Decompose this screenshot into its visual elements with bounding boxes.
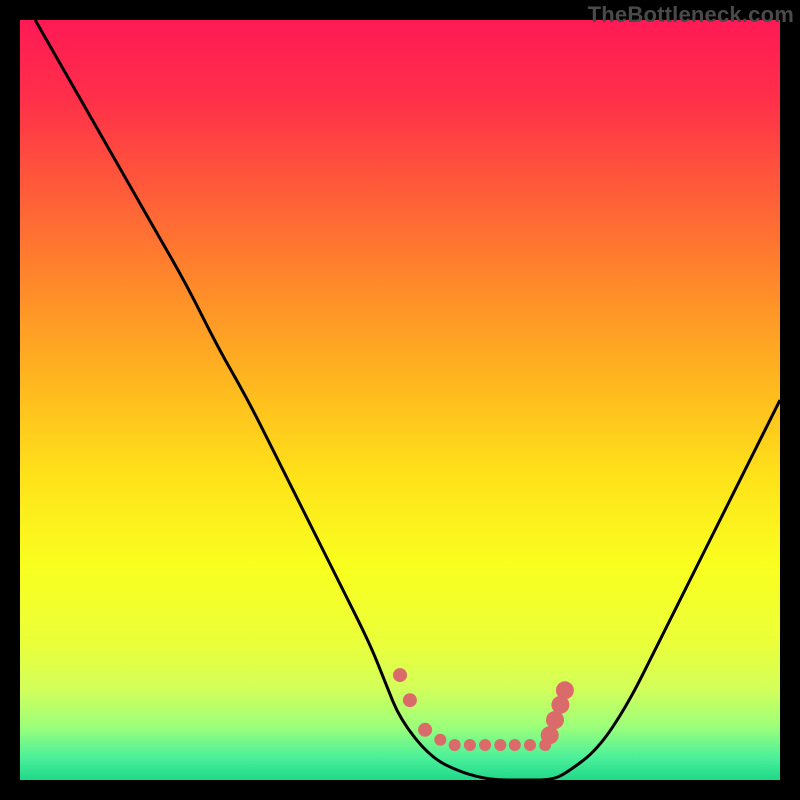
marker-dot <box>494 739 506 751</box>
marker-dot <box>509 739 521 751</box>
marker-dot <box>464 739 476 751</box>
watermark-text: TheBottleneck.com <box>588 2 794 28</box>
marker-dot <box>449 739 461 751</box>
bottleneck-chart <box>20 20 780 780</box>
marker-dot <box>418 723 432 737</box>
marker-dot <box>524 739 536 751</box>
gradient-background <box>20 20 780 780</box>
chart-frame <box>20 20 780 780</box>
marker-dot <box>403 693 417 707</box>
marker-dot <box>556 681 574 699</box>
marker-dot <box>479 739 491 751</box>
marker-dot <box>393 668 407 682</box>
marker-dot <box>434 734 446 746</box>
